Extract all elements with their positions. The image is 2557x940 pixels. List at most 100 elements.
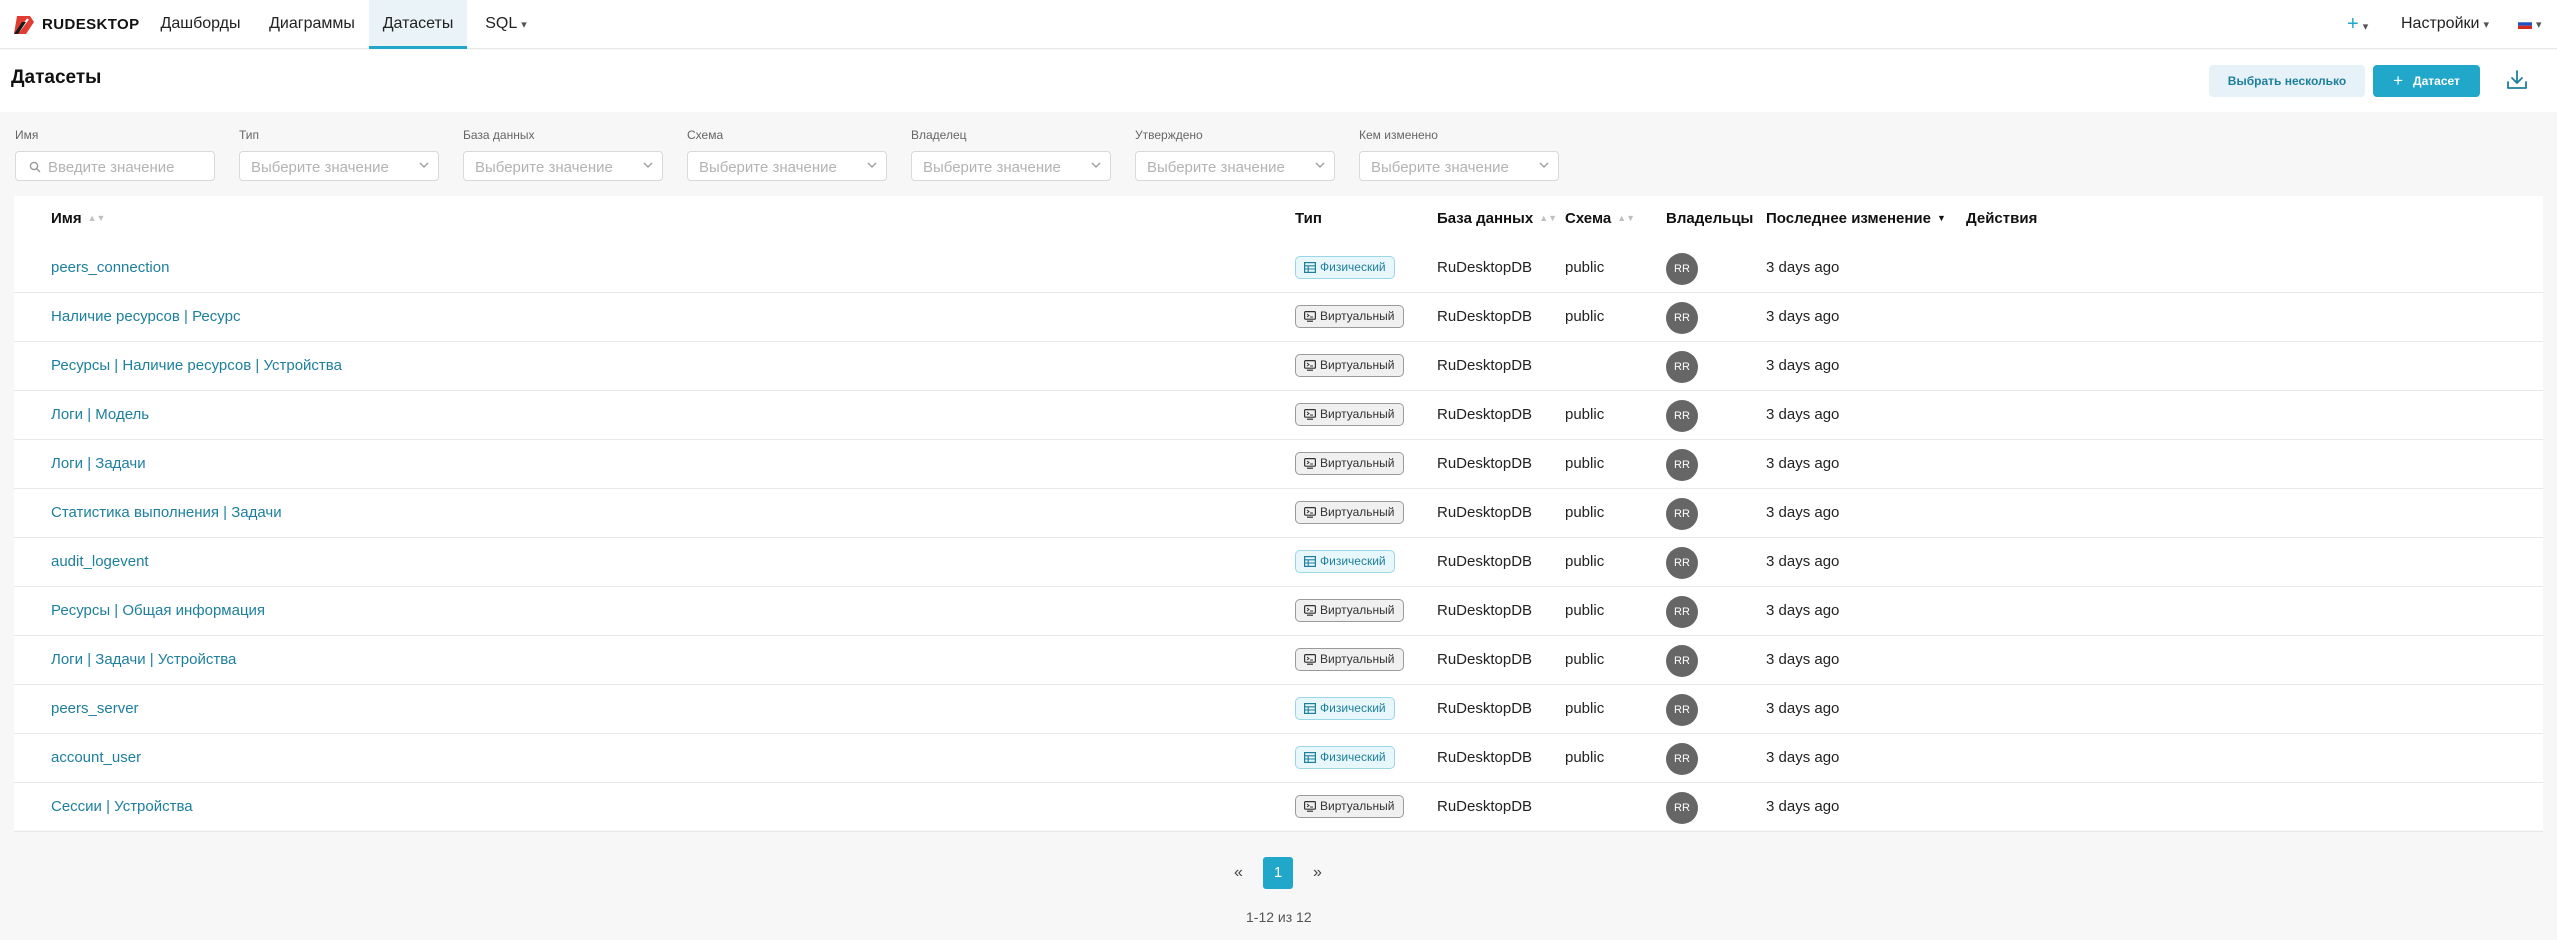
column-header-label: База данных — [1437, 210, 1534, 227]
type-select[interactable]: Выберите значение — [239, 151, 439, 181]
sort-desc-icon: ▼ — [1936, 213, 1946, 223]
new-menu[interactable]: + ▾ — [2347, 0, 2368, 49]
russia-flag-icon — [2517, 18, 2533, 29]
dataset-schema: public — [1565, 259, 1605, 276]
dataset-modified: 3 days ago — [1766, 504, 1840, 521]
table-row: Статистика выполнения | Задачи Виртуальны… — [14, 489, 2543, 538]
column-header-database[interactable]: База данных ▲▼ — [1437, 210, 1557, 227]
dataset-database: RuDesktopDB — [1437, 357, 1533, 374]
column-header-schema[interactable]: Схема ▲▼ — [1565, 210, 1635, 227]
filter-placeholder: Выберите значение — [475, 159, 613, 176]
dataset-name-link[interactable]: Наличие ресурсов | Ресурс — [51, 308, 240, 325]
owner-avatar[interactable]: RR — [1666, 596, 1698, 628]
pagination-prev[interactable]: « — [1234, 857, 1243, 889]
dataset-type-badge: Виртуальный — [1295, 599, 1404, 622]
dataset-type-label: Физический — [1320, 554, 1386, 568]
dataset-type-label: Виртуальный — [1320, 505, 1395, 519]
owner-avatar[interactable]: RR — [1666, 449, 1698, 481]
owner-avatar[interactable]: RR — [1666, 400, 1698, 432]
settings-menu[interactable]: Настройки ▾ — [2401, 0, 2489, 49]
table-icon — [1304, 703, 1316, 714]
tab-charts-label: Диаграммы — [269, 15, 355, 32]
dataset-schema: public — [1565, 553, 1605, 570]
filter-schema: Схема Выберите значение — [687, 128, 887, 181]
filter-label: Владелец — [911, 128, 967, 142]
dataset-database: RuDesktopDB — [1437, 700, 1533, 717]
dataset-name-link[interactable]: Ресурсы | Общая информация — [51, 602, 265, 619]
column-header-label: Владельцы — [1666, 210, 1754, 227]
dataset-type-badge: Виртуальный — [1295, 403, 1404, 426]
modified-by-select[interactable]: Выберите значение — [1359, 151, 1559, 181]
download-icon[interactable] — [2505, 68, 2529, 92]
dataset-database: RuDesktopDB — [1437, 553, 1533, 570]
dataset-name-link[interactable]: Логи | Задачи — [51, 455, 146, 472]
name-search-input[interactable]: Введите значение — [15, 151, 215, 181]
column-header-name[interactable]: Имя ▲▼ — [51, 210, 105, 227]
dataset-database: RuDesktopDB — [1437, 406, 1533, 423]
tab-charts[interactable]: Диаграммы — [258, 0, 366, 49]
filter-placeholder: Выберите значение — [251, 159, 389, 176]
chevron-down-icon: ▾ — [521, 19, 527, 31]
filter-label: Тип — [239, 128, 260, 142]
schema-select[interactable]: Выберите значение — [687, 151, 887, 181]
dataset-database: RuDesktopDB — [1437, 749, 1533, 766]
filter-type: Тип Выберите значение — [239, 128, 439, 181]
owner-avatar[interactable]: RR — [1666, 792, 1698, 824]
dataset-name-link[interactable]: Логи | Модель — [51, 406, 149, 423]
owner-avatar[interactable]: RR — [1666, 645, 1698, 677]
dataset-schema: public — [1565, 749, 1605, 766]
owner-avatar[interactable]: RR — [1666, 253, 1698, 285]
dataset-type-badge: Физический — [1295, 256, 1395, 279]
table-row: peers_server Физический RuDesktopDB public R… — [14, 685, 2543, 734]
dataset-name-link[interactable]: Статистика выполнения | Задачи — [51, 504, 282, 521]
database-select[interactable]: Выберите значение — [463, 151, 663, 181]
column-header-modified[interactable]: Последнее изменение ▼ — [1766, 210, 1946, 227]
settings-label: Настройки — [2401, 15, 2480, 32]
column-header-label: Схема — [1565, 210, 1612, 227]
filter-modified-by: Кем изменено Выберите значение — [1359, 128, 1559, 181]
filter-placeholder: Выберите значение — [1371, 159, 1509, 176]
owner-avatar[interactable]: RR — [1666, 498, 1698, 530]
dataset-name-link[interactable]: Сессии | Устройства — [51, 798, 193, 815]
table-row: Логи | Модель Виртуальный RuDesktopDB publi… — [14, 391, 2543, 440]
tab-datasets[interactable]: Датасеты — [369, 0, 467, 49]
select-multiple-button[interactable]: Выбрать несколько — [2209, 65, 2365, 97]
dataset-name-link[interactable]: audit_logevent — [51, 553, 149, 570]
dataset-name-link[interactable]: Логи | Задачи | Устройства — [51, 651, 236, 668]
chevron-down-icon: ▾ — [2483, 19, 2489, 31]
dataset-modified: 3 days ago — [1766, 553, 1840, 570]
language-menu[interactable]: ▾ — [2517, 0, 2542, 49]
dataset-name-link[interactable]: peers_connection — [51, 259, 169, 276]
filter-label: Кем изменено — [1359, 128, 1438, 142]
column-header-label: Тип — [1295, 210, 1322, 227]
certified-select[interactable]: Выберите значение — [1135, 151, 1335, 181]
tab-dashboards[interactable]: Дашборды — [151, 0, 250, 49]
filter-placeholder: Выберите значение — [699, 159, 837, 176]
table-row: account_user Физический RuDesktopDB public R… — [14, 734, 2543, 783]
owner-avatar[interactable]: RR — [1666, 302, 1698, 334]
owner-avatar[interactable]: RR — [1666, 743, 1698, 775]
owner-avatar[interactable]: RR — [1666, 694, 1698, 726]
dataset-modified: 3 days ago — [1766, 259, 1840, 276]
pagination-page-current[interactable]: 1 — [1263, 857, 1293, 889]
dataset-name-link[interactable]: peers_server — [51, 700, 139, 717]
tab-sql[interactable]: SQL ▾ — [476, 0, 536, 49]
sort-icon: ▲▼ — [1539, 213, 1558, 223]
dataset-type-badge: Физический — [1295, 746, 1395, 769]
dataset-modified: 3 days ago — [1766, 798, 1840, 815]
filter-owner: Владелец Выберите значение — [911, 128, 1111, 181]
brand[interactable]: RUDESKTOP — [13, 14, 140, 35]
dataset-name-link[interactable]: Ресурсы | Наличие ресурсов | Устройства — [51, 357, 342, 374]
owner-avatar[interactable]: RR — [1666, 547, 1698, 579]
add-dataset-label: Датасет — [2413, 74, 2460, 88]
owner-select[interactable]: Выберите значение — [911, 151, 1111, 181]
add-dataset-button[interactable]: + Датасет — [2373, 65, 2480, 97]
dataset-name-link[interactable]: account_user — [51, 749, 141, 766]
dataset-schema: public — [1565, 504, 1605, 521]
dataset-schema: public — [1565, 602, 1605, 619]
pagination-next[interactable]: » — [1313, 857, 1322, 889]
dataset-schema: public — [1565, 700, 1605, 717]
dataset-database: RuDesktopDB — [1437, 504, 1533, 521]
filter-label: Схема — [687, 128, 724, 142]
owner-avatar[interactable]: RR — [1666, 351, 1698, 383]
